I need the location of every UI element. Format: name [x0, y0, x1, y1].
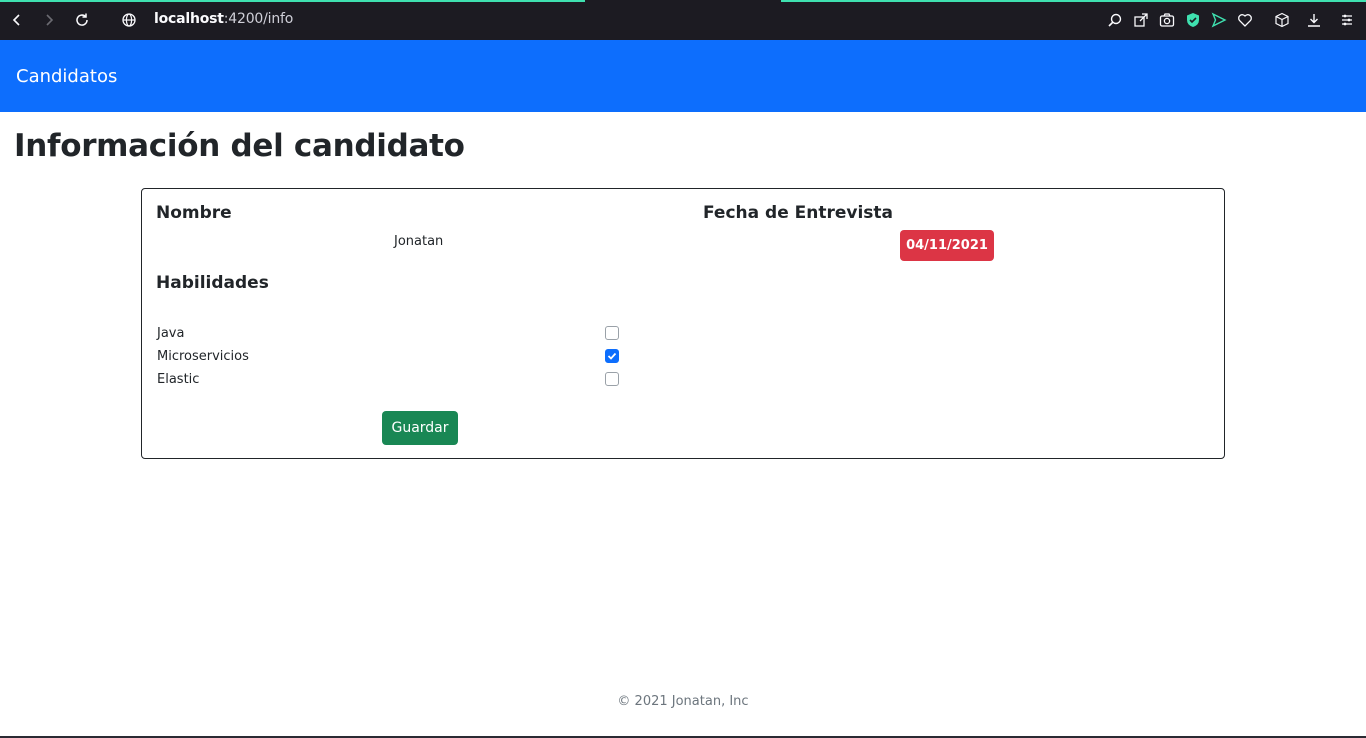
candidate-card: Nombre Jonatan Fecha de Entrevista 04/11…	[141, 188, 1225, 459]
box-icon[interactable]	[1272, 10, 1292, 30]
heart-icon[interactable]	[1235, 10, 1255, 30]
reload-icon[interactable]	[70, 8, 94, 32]
check-icon	[607, 352, 617, 360]
menu-icon[interactable]	[1337, 10, 1357, 30]
globe-icon[interactable]	[117, 8, 141, 32]
share-icon[interactable]	[1131, 10, 1151, 30]
footer-text: © 2021 Jonatan, Inc	[617, 694, 749, 709]
browser-toolbar: localhost:4200/info	[0, 0, 1366, 40]
forward-icon[interactable]	[37, 8, 61, 32]
skill-checkbox-elastic[interactable]	[605, 372, 619, 386]
address-bar[interactable]: localhost:4200/info	[154, 11, 293, 27]
skill-name: Elastic	[157, 372, 200, 387]
skill-name: Java	[157, 326, 185, 341]
loading-indicator	[781, 0, 1366, 2]
loading-indicator	[0, 0, 585, 2]
skill-checkbox-java[interactable]	[605, 326, 619, 340]
name-value: Jonatan	[394, 234, 444, 249]
page-title: Información del candidato	[14, 128, 465, 164]
zoom-icon[interactable]	[1105, 10, 1125, 30]
url-host: localhost	[154, 11, 224, 27]
camera-icon[interactable]	[1157, 10, 1177, 30]
skill-name: Microservicios	[157, 349, 249, 364]
date-badge: 04/11/2021	[900, 230, 994, 261]
send-icon[interactable]	[1209, 10, 1229, 30]
save-button[interactable]: Guardar	[382, 411, 458, 445]
back-icon[interactable]	[5, 8, 29, 32]
skills-label: Habilidades	[156, 273, 269, 293]
shield-icon[interactable]	[1183, 10, 1203, 30]
name-label: Nombre	[156, 203, 232, 223]
skill-checkbox-microservicios[interactable]	[605, 349, 619, 363]
date-label: Fecha de Entrevista	[703, 203, 894, 223]
navbar-brand[interactable]: Candidatos	[16, 66, 117, 87]
download-icon[interactable]	[1304, 10, 1324, 30]
navbar: Candidatos	[0, 40, 1366, 112]
url-path: :4200/info	[223, 11, 294, 27]
